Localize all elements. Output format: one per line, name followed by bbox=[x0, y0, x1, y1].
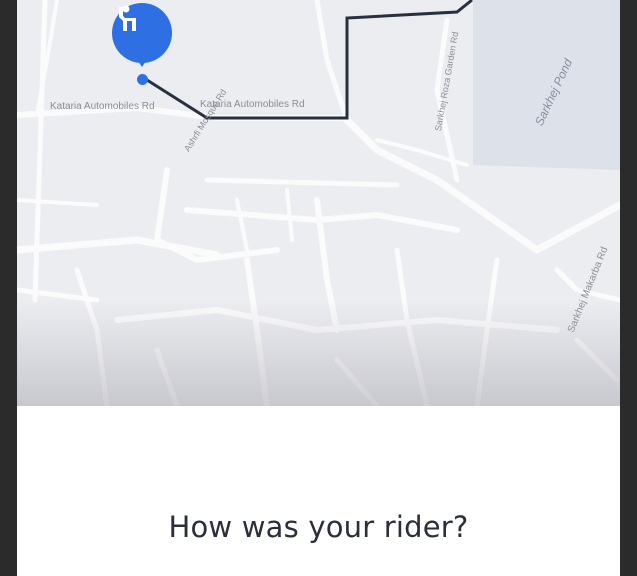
road bbox=[235, 198, 249, 252]
road bbox=[474, 257, 500, 406]
road bbox=[17, 198, 99, 207]
road bbox=[17, 236, 221, 259]
route-line bbox=[146, 0, 473, 120]
pickup-location-dot bbox=[137, 74, 148, 85]
road bbox=[74, 267, 110, 406]
pond-area bbox=[473, 0, 620, 170]
road bbox=[314, 0, 350, 123]
map-view[interactable]: Kataria Automobiles Rd Kataria Automobil… bbox=[17, 0, 620, 406]
pickup-pin-tail bbox=[136, 58, 148, 67]
road bbox=[154, 347, 180, 406]
road bbox=[32, 0, 48, 303]
road bbox=[244, 257, 270, 406]
road bbox=[375, 138, 469, 167]
road bbox=[35, 0, 59, 117]
road bbox=[334, 357, 380, 406]
map-canvas bbox=[17, 0, 620, 406]
road bbox=[204, 177, 400, 188]
app-screen: Kataria Automobiles Rd Kataria Automobil… bbox=[17, 0, 620, 576]
pickup-pin[interactable] bbox=[112, 3, 172, 63]
road bbox=[574, 337, 620, 383]
road bbox=[285, 188, 294, 242]
road bbox=[394, 247, 430, 406]
street-label: Kataria Automobiles Rd bbox=[50, 101, 155, 112]
rating-sheet: How was your rider? bbox=[17, 406, 620, 576]
rating-question: How was your rider? bbox=[168, 510, 469, 544]
hand-raised-person-icon bbox=[119, 5, 136, 31]
